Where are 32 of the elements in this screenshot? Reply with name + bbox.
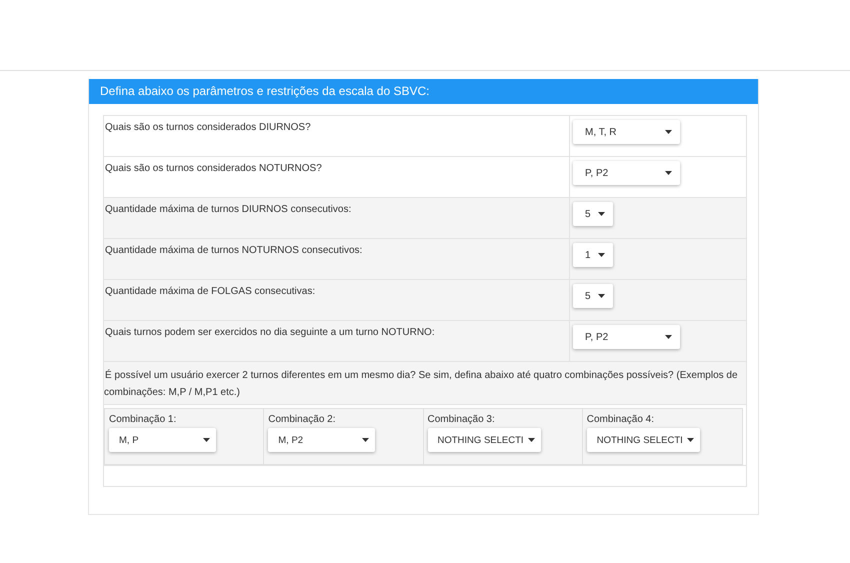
caret-icon: [598, 253, 605, 257]
combination-label: Combinação 1:: [109, 414, 176, 425]
dropdown[interactable]: 5: [573, 284, 613, 308]
caret-icon: [665, 130, 672, 134]
combination-label: Combinação 4:: [586, 414, 654, 425]
combination-label: Combinação 3:: [428, 414, 495, 425]
question-label: Quantidade máxima de FOLGAS consecutivas:: [105, 286, 316, 297]
caret-icon: [598, 294, 605, 298]
question-label: É possível um usuário exercer 2 turnos diferentes em um mesmo dia? Se sim, defina abaixo até quatro combinações possíveis? (Exemplos de combinações: M,P / M,P1 etc.): [104, 370, 738, 398]
panel-header: Defina abaixo os parâmetros e restrições da escala do SBVC:: [89, 79, 758, 104]
dropdown[interactable]: NOTHING SELECTI: [428, 428, 541, 452]
dropdown[interactable]: 1: [573, 243, 613, 267]
caret-icon: [665, 171, 672, 175]
caret-icon: [203, 438, 210, 442]
question-label: Quantidade máxima de turnos DIURNOS consecutivos:: [105, 204, 352, 215]
dropdown[interactable]: P, P2: [573, 325, 680, 349]
dropdown[interactable]: P, P2: [573, 161, 680, 185]
caret-icon: [362, 438, 370, 442]
combination-label: Combinação 2:: [268, 414, 336, 425]
dropdown[interactable]: M, P: [109, 428, 216, 452]
dropdown[interactable]: NOTHING SELECTI: [586, 428, 700, 452]
question-label: Quais turnos podem ser exercidos no dia seguinte a um turno NOTURNO:: [105, 327, 435, 338]
question-label: Quais são os turnos considerados DIURNOS?: [105, 122, 311, 133]
caret-icon: [598, 212, 605, 216]
caret-icon: [686, 438, 694, 442]
dropdown[interactable]: M, P2: [268, 428, 376, 452]
dropdown[interactable]: M, T, R: [573, 120, 680, 144]
question-label: Quantidade máxima de turnos NOTURNOS consecutivos:: [105, 245, 362, 256]
question-label: Quais são os turnos considerados NOTURNOS?: [105, 163, 322, 174]
caret-icon: [665, 335, 672, 339]
caret-icon: [528, 438, 535, 442]
dropdown[interactable]: 5: [573, 202, 613, 226]
